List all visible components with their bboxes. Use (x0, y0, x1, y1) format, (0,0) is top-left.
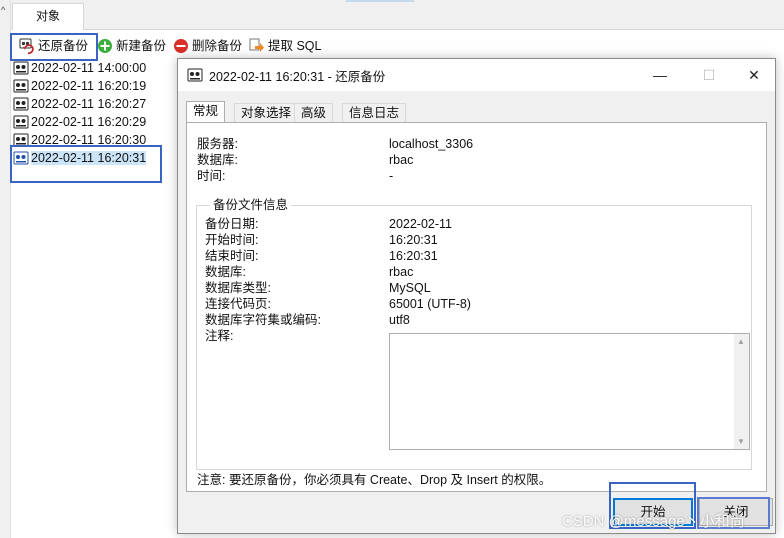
time-label: 时间: (197, 169, 226, 183)
backup-item-label: 2022-02-11 16:20:27 (31, 97, 147, 111)
notes-scrollbar[interactable]: ▲ ▼ (734, 334, 749, 449)
tab-info-log[interactable]: 信息日志 (342, 103, 407, 123)
backup-file-icon (13, 115, 29, 129)
selected-item-highlight (10, 145, 162, 183)
backup-item[interactable]: 2022-02-11 16:20:19 (13, 77, 146, 95)
time-value: - (389, 169, 394, 183)
backup-date-value: 2022-02-11 (389, 217, 453, 231)
backup-file-icon (187, 68, 203, 82)
backup-item[interactable]: 2022-02-11 16:20:29 (13, 113, 146, 131)
top-scroll-hint (346, 0, 414, 2)
tab-object-selection[interactable]: 对象选择 (234, 103, 299, 123)
database-label: 数据库: (197, 153, 238, 167)
charset-label: 数据库字符集或编码: (205, 313, 321, 327)
notes-textarea[interactable]: ▲ ▼ (389, 333, 750, 450)
backup-item-label: 2022-02-11 16:20:29 (31, 115, 147, 129)
backup-item[interactable]: 2022-02-11 16:20:27 (13, 95, 146, 113)
start-time-value: 16:20:31 (389, 233, 438, 247)
extract-sql-button[interactable]: 提取 SQL (249, 35, 322, 57)
delete-backup-button[interactable]: 删除备份 (173, 35, 242, 57)
backup-file-icon (13, 97, 29, 111)
backup-file-icon (13, 79, 29, 93)
codepage-label: 连接代码页: (205, 297, 271, 311)
backup-toolbar: 还原备份 新建备份 删除备份 提取 SQL (11, 32, 784, 58)
close-window-button[interactable]: ✕ (731, 59, 777, 91)
backup-date-label: 备份日期: (205, 217, 259, 231)
tab-advanced[interactable]: 高级 (294, 103, 334, 123)
extract-sql-icon (249, 38, 265, 54)
left-collapse-strip[interactable]: ^ (0, 0, 11, 538)
extract-sql-label: 提取 SQL (268, 39, 322, 53)
backup-item-label: 2022-02-11 14:00:00 (31, 61, 147, 75)
end-time-value: 16:20:31 (389, 249, 438, 263)
server-value: localhost_3306 (389, 137, 474, 151)
notes-label: 注释: (205, 329, 234, 343)
restore-backup-dialog: 2022-02-11 16:20:31 - 还原备份 — ☐ ✕ 常规 对象选择… (177, 58, 776, 534)
scroll-down-icon[interactable]: ▼ (737, 437, 745, 446)
watermark: CSDN @message丶小和尚 (562, 513, 745, 530)
new-backup-icon (97, 38, 113, 54)
tab-general[interactable]: 常规 (186, 101, 226, 123)
dialog-title: 2022-02-11 16:20:31 - 还原备份 (209, 69, 386, 84)
restore-button-highlight (10, 33, 98, 61)
new-backup-label: 新建备份 (116, 39, 167, 53)
object-tabbar (11, 3, 784, 30)
start-time-label: 开始时间: (205, 233, 259, 247)
tab-objects[interactable]: 对象 (12, 3, 84, 30)
delete-backup-label: 删除备份 (192, 39, 243, 53)
permission-warning: 注意: 要还原备份，你必须具有 Create、Drop 及 Insert 的权限… (197, 473, 552, 487)
backup-file-icon (13, 61, 29, 75)
minimize-button[interactable]: — (637, 59, 683, 91)
dialog-titlebar[interactable]: 2022-02-11 16:20:31 - 还原备份 — ☐ ✕ (178, 59, 775, 91)
db-type-value: MySQL (389, 281, 431, 295)
backup-item-label: 2022-02-11 16:20:19 (31, 79, 147, 93)
database-value: rbac (389, 153, 414, 167)
db-label: 数据库: (205, 265, 246, 279)
db-value: rbac (389, 265, 414, 279)
maximize-button[interactable]: ☐ (686, 59, 732, 91)
charset-value: utf8 (389, 313, 410, 327)
backup-item[interactable]: 2022-02-11 14:00:00 (13, 59, 146, 77)
backup-info-title: 备份文件信息 (210, 198, 292, 212)
general-panel: 服务器: localhost_3306 数据库: rbac 时间: - 备份文件… (186, 122, 767, 492)
codepage-value: 65001 (UTF-8) (389, 297, 471, 311)
delete-backup-icon (173, 38, 189, 54)
db-type-label: 数据库类型: (205, 281, 271, 295)
end-time-label: 结束时间: (205, 249, 259, 263)
collapse-caret-icon[interactable]: ^ (1, 5, 5, 15)
server-label: 服务器: (197, 137, 238, 151)
scroll-up-icon[interactable]: ▲ (737, 337, 745, 346)
new-backup-button[interactable]: 新建备份 (97, 35, 166, 57)
